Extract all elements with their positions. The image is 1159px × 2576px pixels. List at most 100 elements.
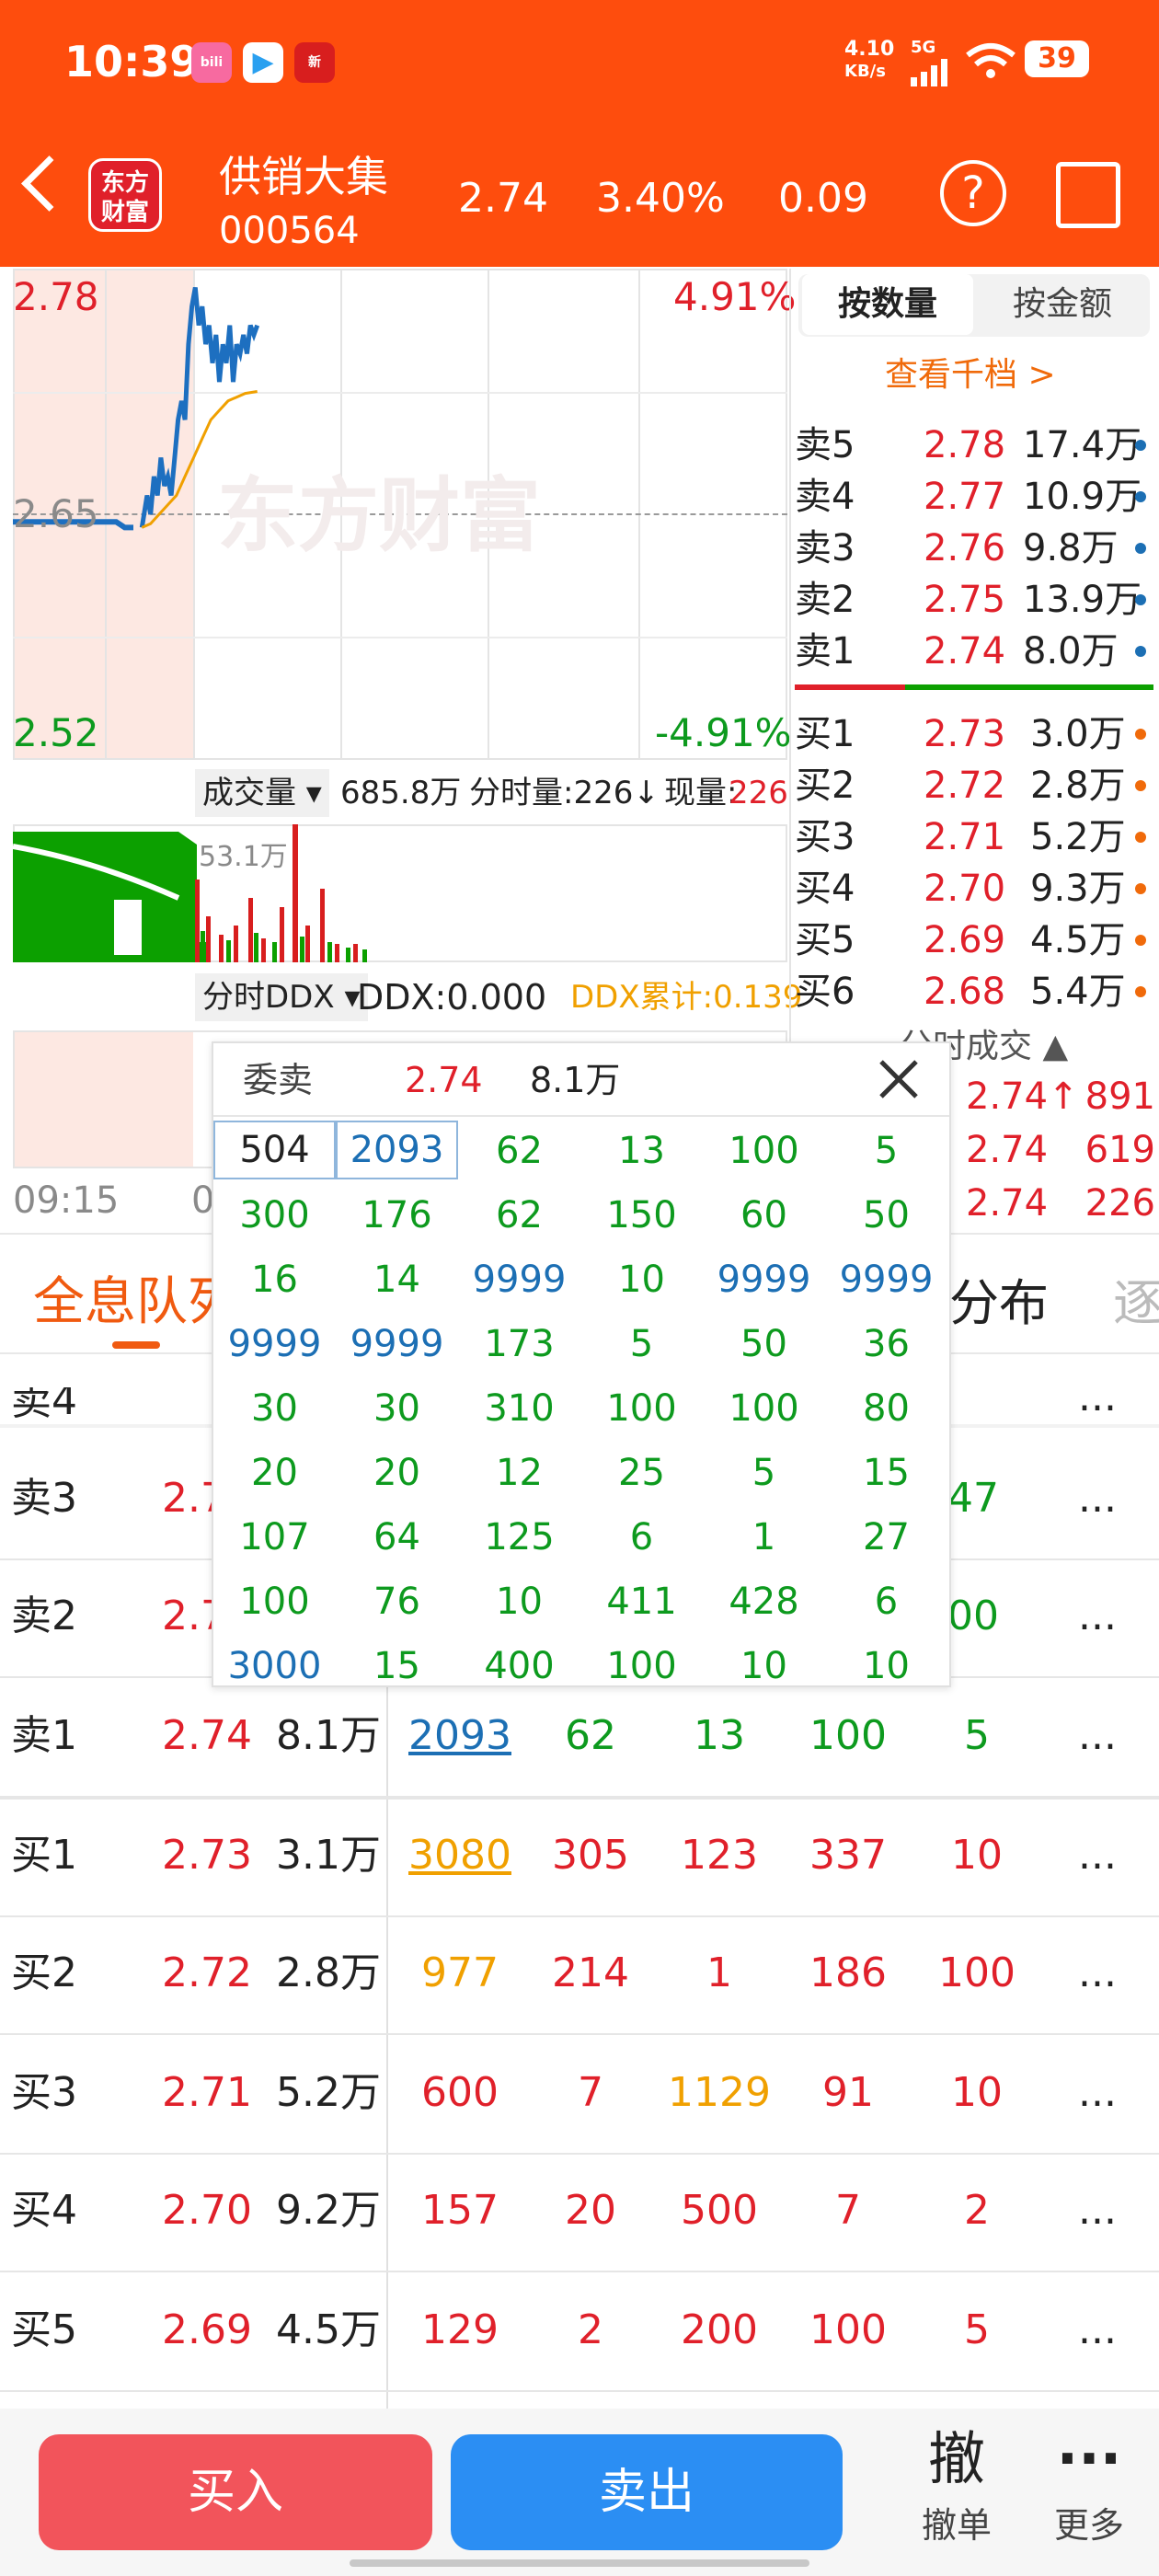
more-dots[interactable]: ... <box>1078 1704 1117 1768</box>
order-cell[interactable]: 173 <box>458 1312 580 1376</box>
order-cell[interactable]: 100 <box>580 1376 703 1441</box>
more-dots[interactable]: ... <box>1078 2298 1117 2363</box>
queue-table-row[interactable]: 买1 2.73 3.1万 3080 305 123 337 10... <box>0 1823 1159 1888</box>
tab-tick[interactable]: 逐 <box>1113 1262 1159 1335</box>
buy-level-row[interactable]: 买2 2.72 2.8万 <box>795 760 1159 811</box>
volume-selector[interactable]: 成交量 ▾ <box>195 769 329 817</box>
order-cell[interactable]: 50 <box>703 1312 825 1376</box>
order-cell[interactable]: 16 <box>213 1248 336 1312</box>
order-cell[interactable]: 300 <box>213 1183 336 1248</box>
more-button[interactable]: ··· 更多 <box>1043 2421 1135 2547</box>
order-cell[interactable]: 14 <box>336 1248 458 1312</box>
order-cell[interactable]: 62 <box>458 1119 580 1183</box>
order-cell[interactable]: 36 <box>825 1312 947 1376</box>
order-size-cell[interactable]: 10 <box>922 2061 1032 2125</box>
order-size-cell[interactable]: 500 <box>664 2179 775 2243</box>
order-cell[interactable]: 400 <box>458 1634 580 1698</box>
order-size-cell[interactable]: 337 <box>793 1823 903 1888</box>
order-size-cell[interactable]: 7 <box>793 2179 903 2243</box>
order-size-cell[interactable]: 20 <box>535 2179 646 2243</box>
order-cell[interactable]: 30 <box>213 1376 336 1441</box>
help-icon[interactable]: ? <box>940 160 1006 226</box>
sell-level-row[interactable]: 卖2 2.75 13.9万 <box>795 574 1159 626</box>
order-cell[interactable]: 62 <box>458 1183 580 1248</box>
order-cell[interactable]: 310 <box>458 1376 580 1441</box>
order-cell[interactable]: 9999 <box>213 1312 336 1376</box>
order-size-cell[interactable]: 100 <box>922 1941 1032 2006</box>
order-size-cell[interactable]: 7 <box>535 2061 646 2125</box>
order-cell[interactable]: 10 <box>458 1570 580 1634</box>
buy-level-row[interactable]: 买4 2.70 9.3万 <box>795 863 1159 914</box>
order-cell[interactable]: 27 <box>825 1505 947 1570</box>
order-cell[interactable]: 30 <box>336 1376 458 1441</box>
queue-table-row[interactable]: 买2 2.72 2.8万 977 214 1 186 100... <box>0 1941 1159 2006</box>
order-cell[interactable]: 15 <box>825 1441 947 1505</box>
more-dots[interactable]: ... <box>1078 1466 1117 1531</box>
tab-distribution[interactable]: 分布 <box>949 1262 1049 1335</box>
order-size-cell[interactable]: 5 <box>922 2298 1032 2363</box>
sell-button[interactable]: 卖出 <box>451 2434 843 2550</box>
order-cell[interactable]: 9999 <box>458 1248 580 1312</box>
order-cell[interactable]: 107 <box>213 1505 336 1570</box>
order-size-cell[interactable]: 2 <box>535 2298 646 2363</box>
order-cell[interactable]: 9999 <box>825 1248 947 1312</box>
sell-level-row[interactable]: 卖1 2.74 8.0万 <box>795 626 1159 677</box>
order-size-cell[interactable]: 123 <box>664 1823 775 1888</box>
queue-table-row[interactable]: 买4 2.70 9.2万 157 20 500 7 2... <box>0 2179 1159 2243</box>
order-size-cell[interactable]: 200 <box>664 2298 775 2363</box>
order-size-cell[interactable]: 100 <box>793 2298 903 2363</box>
order-size-cell[interactable]: 186 <box>793 1941 903 2006</box>
order-size-cell[interactable]: 62 <box>535 1704 646 1768</box>
more-dots[interactable]: ... <box>1078 2061 1117 2125</box>
sell-level-row[interactable]: 卖3 2.76 9.8万 <box>795 523 1159 574</box>
order-cell[interactable]: 5 <box>825 1119 947 1183</box>
order-size-cell[interactable]: 1 <box>664 1941 775 2006</box>
screen-switch-icon[interactable] <box>1056 162 1120 228</box>
buy-level-row[interactable]: 买3 2.71 5.2万 <box>795 811 1159 863</box>
order-size-cell[interactable]: 13 <box>664 1704 775 1768</box>
order-size-cell[interactable]: 10 <box>922 1823 1032 1888</box>
order-size-cell[interactable]: 977 <box>405 1941 515 2006</box>
order-cell[interactable]: 10 <box>580 1248 703 1312</box>
more-dots[interactable]: ... <box>1078 1365 1117 1430</box>
order-size-cell[interactable]: 600 <box>405 2061 515 2125</box>
order-size-cell[interactable]: 2 <box>922 2179 1032 2243</box>
order-cell[interactable]: 100 <box>213 1570 336 1634</box>
order-cell[interactable]: 100 <box>580 1634 703 1698</box>
order-size-cell[interactable]: 305 <box>535 1823 646 1888</box>
order-size-cell[interactable]: 5 <box>922 1704 1032 1768</box>
order-cell[interactable]: 150 <box>580 1183 703 1248</box>
order-size-cell[interactable]: 91 <box>793 2061 903 2125</box>
order-cell[interactable]: 1 <box>703 1505 825 1570</box>
order-cell[interactable]: 25 <box>580 1441 703 1505</box>
order-cell[interactable]: 50 <box>825 1183 947 1248</box>
order-cell[interactable]: 6 <box>825 1570 947 1634</box>
order-cell[interactable]: 9999 <box>336 1312 458 1376</box>
order-cell[interactable]: 12 <box>458 1441 580 1505</box>
sell-level-row[interactable]: 卖4 2.77 10.9万 <box>795 471 1159 523</box>
order-cell[interactable]: 80 <box>825 1376 947 1441</box>
close-icon[interactable] <box>878 1058 920 1100</box>
order-size-cell[interactable]: 129 <box>405 2298 515 2363</box>
view-more-levels-link[interactable]: 查看千档 > <box>885 348 1056 396</box>
tab-full-queue[interactable]: 全息队列 <box>33 1260 239 1335</box>
cancel-order-button[interactable]: 撤 撤单 <box>911 2421 1003 2547</box>
order-cell[interactable]: 428 <box>703 1570 825 1634</box>
queue-table-row[interactable]: 买3 2.71 5.2万 600 7 1129 91 10... <box>0 2061 1159 2125</box>
order-cell[interactable]: 6 <box>580 1505 703 1570</box>
order-cell[interactable]: 411 <box>580 1570 703 1634</box>
queue-table-row[interactable]: 卖1 2.74 8.1万 2093 62 13 100 5... <box>0 1704 1159 1768</box>
order-cell[interactable]: 504 <box>213 1121 336 1179</box>
order-cell[interactable]: 20 <box>336 1441 458 1505</box>
order-cell[interactable]: 13 <box>580 1119 703 1183</box>
order-cell[interactable]: 3000 <box>213 1634 336 1698</box>
order-size-cell[interactable]: 157 <box>405 2179 515 2243</box>
back-arrow-icon[interactable] <box>21 155 77 212</box>
order-size-cell[interactable]: 100 <box>793 1704 903 1768</box>
order-cell[interactable]: 2093 <box>336 1121 458 1179</box>
ddx-selector[interactable]: 分时DDX ▾ <box>195 973 368 1021</box>
order-size-cell[interactable]: 3080 <box>405 1823 515 1888</box>
order-cell[interactable]: 5 <box>703 1441 825 1505</box>
price-line-chart[interactable] <box>13 269 787 760</box>
order-size-cell[interactable]: 1129 <box>664 2061 775 2125</box>
